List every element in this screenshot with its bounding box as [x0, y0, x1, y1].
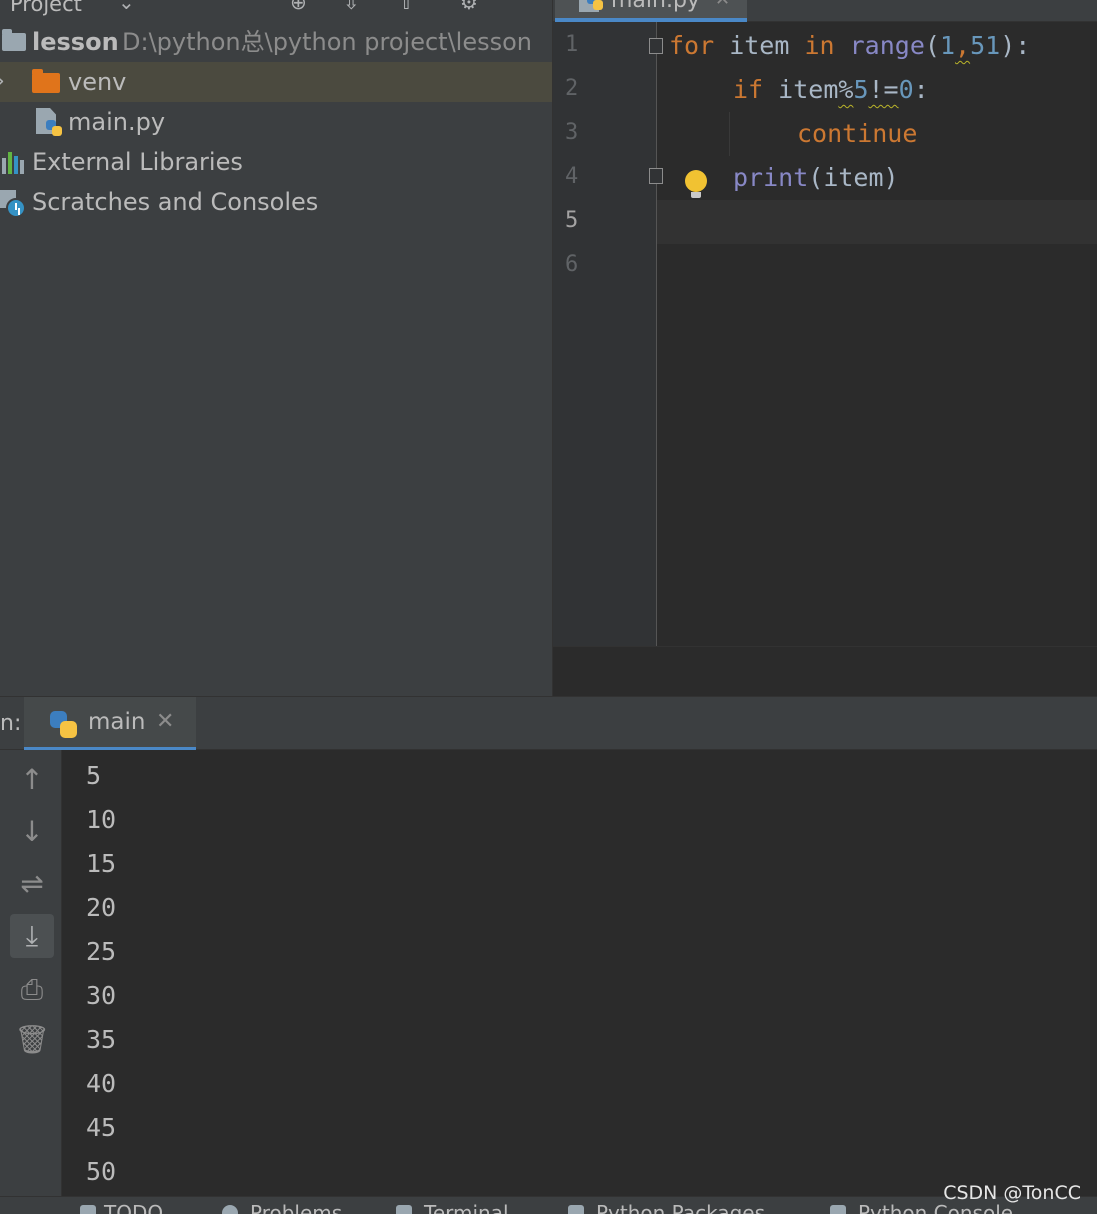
locate-icon[interactable]: ⊕ [290, 0, 307, 14]
output-line: 50 [86, 1157, 117, 1186]
python-icon [50, 711, 78, 739]
code-line-3: continue [797, 119, 918, 148]
problems-icon [222, 1205, 238, 1214]
tree-item-external-libraries[interactable]: External Libraries [0, 142, 552, 182]
print-icon[interactable]: ⎙ [10, 968, 54, 1012]
output-line: 30 [86, 981, 117, 1010]
chevron-down-icon[interactable]: ⌄ [118, 0, 135, 14]
run-label: n: [0, 711, 22, 736]
code-line-2: if item%5!=0: [733, 75, 929, 104]
tree-item-lesson[interactable]: lesson D:\python总\python project\lesson [0, 22, 552, 62]
run-tab-main[interactable]: main ✕ [24, 697, 196, 751]
output-line: 40 [86, 1069, 117, 1098]
line-number: 2 [565, 76, 579, 101]
collapse-all-icon[interactable]: ⇧ [398, 0, 415, 14]
python-file-icon [579, 0, 603, 12]
tree-item-label: Scratches and Consoles [32, 188, 319, 216]
code-editor[interactable]: main.py ✕ 1 2 3 4 5 6 for item in range(… [552, 0, 1097, 696]
tree-item-label: main.py [68, 108, 166, 136]
tree-item-label: External Libraries [32, 148, 243, 176]
close-icon[interactable]: ✕ [156, 709, 174, 734]
lightbulb-icon[interactable] [685, 170, 707, 198]
console-output[interactable]: 5 10 15 20 25 30 35 40 45 50 [62, 750, 1097, 1196]
tree-item-path: D:\python总\python project\lesson [122, 28, 532, 56]
output-line: 35 [86, 1025, 117, 1054]
line-number-current: 5 [565, 208, 579, 233]
scratches-icon [0, 190, 28, 218]
scroll-to-end-icon[interactable]: ⤓ [10, 914, 54, 958]
tree-item-label: venv [68, 68, 127, 96]
line-number-gutter[interactable]: 1 2 3 4 5 6 [553, 22, 663, 646]
gear-icon[interactable]: ⚙ [460, 0, 478, 14]
line-number: 3 [565, 120, 579, 145]
python-file-icon [36, 108, 64, 138]
code-area[interactable]: for item in range(1,51): if item%5!=0: c… [657, 22, 1097, 646]
tree-item-label: lesson [32, 28, 119, 56]
run-panel-header: n: main ✕ [0, 696, 1097, 751]
folder-icon [32, 69, 60, 93]
tab-main-py[interactable]: main.py ✕ [555, 0, 747, 22]
chevron-right-icon[interactable]: › [0, 62, 5, 102]
trash-icon[interactable]: 🗑 [10, 1018, 54, 1062]
output-line: 25 [86, 937, 117, 966]
run-toolbar: ↑ ↓ ⇌ ⤓ ⎙ 🗑 [0, 750, 62, 1196]
packages-icon [568, 1205, 584, 1214]
tab-label: main.py [611, 0, 700, 13]
output-line: 45 [86, 1113, 117, 1142]
tool-problems[interactable]: Problems [250, 1201, 342, 1214]
project-header: Project ⌄ ⊕ ⇩ ⇧ ⚙ [0, 0, 552, 22]
project-title[interactable]: Project [10, 0, 82, 16]
tree-item-scratches[interactable]: Scratches and Consoles [0, 182, 552, 222]
output-line: 5 [86, 761, 102, 790]
tool-todo[interactable]: TODO [104, 1201, 163, 1214]
folder-icon [2, 29, 26, 51]
run-tab-label: main [88, 709, 146, 735]
code-line-4: print(item) [733, 163, 899, 192]
output-line: 10 [86, 805, 117, 834]
close-icon[interactable]: ✕ [715, 0, 730, 10]
soft-wrap-icon[interactable]: ⇌ [10, 862, 54, 906]
tool-terminal[interactable]: Terminal [424, 1201, 509, 1214]
arrow-up-icon[interactable]: ↑ [10, 758, 54, 802]
line-number: 6 [565, 252, 579, 277]
line-number: 4 [565, 164, 579, 189]
python-console-icon [830, 1205, 846, 1214]
line-number: 1 [565, 32, 579, 57]
tree-item-main-py[interactable]: main.py [0, 102, 552, 142]
code-line-1: for item in range(1,51): [669, 31, 1031, 60]
expand-all-icon[interactable]: ⇩ [343, 0, 360, 14]
terminal-icon [396, 1205, 412, 1214]
editor-breadcrumb-bar [553, 646, 1097, 696]
project-panel: Project ⌄ ⊕ ⇩ ⇧ ⚙ lesson D:\python总\pyth… [0, 0, 552, 696]
output-line: 20 [86, 893, 117, 922]
editor-tab-bar: main.py ✕ [553, 0, 1097, 22]
output-line: 15 [86, 849, 117, 878]
library-icon [2, 152, 26, 174]
tool-window-bar: TODO Problems Terminal Python Packages P… [0, 1196, 1097, 1214]
tool-python-packages[interactable]: Python Packages [596, 1201, 765, 1214]
watermark: CSDN @TonCC [943, 1182, 1081, 1204]
tree-item-venv[interactable]: › venv [0, 62, 552, 102]
todo-icon [80, 1205, 96, 1214]
arrow-down-icon[interactable]: ↓ [10, 810, 54, 854]
indent-guide [729, 112, 730, 156]
